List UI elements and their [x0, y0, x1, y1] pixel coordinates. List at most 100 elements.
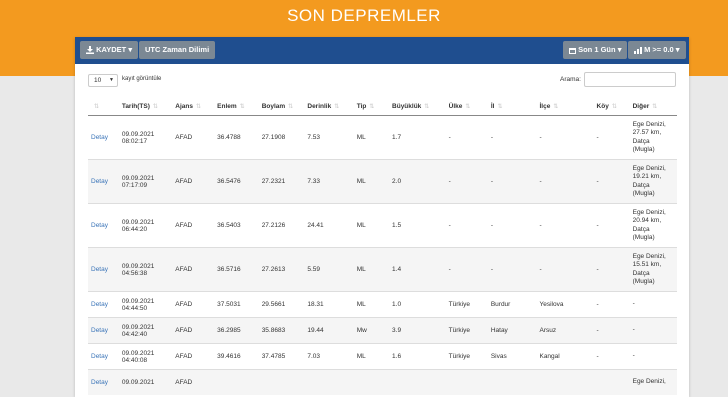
time-text: 07:17:09 [121, 181, 148, 189]
column-header[interactable]: Tarih(TS) ⇅ [118, 97, 173, 116]
table-row: Detay 09.09.2021 07:17:09 AFAD 36.5476 27.232… [88, 159, 677, 204]
column-header-label: Ülke [448, 102, 463, 110]
sort-icon: ⇅ [152, 103, 158, 110]
other-line: Ege Denizi, [632, 164, 666, 172]
agency-cell: AFAD [172, 203, 215, 248]
province-cell: Burdur [487, 291, 537, 318]
table-row: Detay 09.09.2021 04:40:08 AFAD 39.4616 37.478… [88, 343, 677, 370]
other-line: 15.51 km, [632, 261, 662, 268]
detail-link[interactable]: Detay [88, 115, 119, 160]
column-header[interactable]: Ülke ⇅ [445, 97, 488, 116]
type-cell: ML [353, 159, 390, 204]
magnitude-cell: 1.0 [389, 291, 446, 318]
time-filter-button[interactable]: Son 1 Gün ▾ [563, 41, 628, 59]
province-cell: Sivas [487, 343, 537, 370]
time-filter-label: Son 1 Gün [578, 45, 616, 54]
date-text: 09.09.2021 [121, 262, 155, 270]
other-line: Datça [632, 269, 650, 277]
district-cell: - [536, 115, 594, 160]
table-row: Detay 09.09.2021 08:02:17 AFAD 36.4788 27.190… [88, 115, 677, 160]
save-label: KAYDET [96, 45, 127, 54]
detail-link[interactable]: Detay [88, 369, 119, 395]
agency-cell: AFAD [172, 317, 215, 344]
other-cell: Ege Denizi, 20.94 km, Datça (Mugla) [629, 203, 677, 248]
detail-link[interactable]: Detay [88, 247, 119, 292]
search-input[interactable] [584, 72, 676, 87]
sort-icon: ⇅ [465, 103, 471, 110]
other-line: Ege Denizi, [632, 252, 666, 260]
table-body: Detay 09.09.2021 08:02:17 AFAD 36.4788 27.190… [88, 115, 677, 395]
sort-icon: ⇅ [497, 103, 503, 110]
magnitude-filter-label: M >= 0.0 [644, 45, 674, 54]
country-cell: - [445, 159, 488, 204]
column-header[interactable]: Enlem ⇅ [214, 97, 259, 116]
date-text: 09.09.2021 [121, 174, 155, 182]
latitude-cell: 36.4788 [214, 115, 259, 160]
type-cell: ML [353, 247, 390, 292]
country-cell: Türkiye [445, 343, 488, 370]
country-cell: - [445, 203, 488, 248]
depth-cell: 7.03 [304, 343, 354, 370]
column-header[interactable]: Derinlik ⇅ [304, 97, 354, 116]
depth-cell: 19.44 [304, 317, 354, 344]
column-header-label: Ajans [175, 102, 193, 110]
village-cell: - [593, 247, 630, 292]
page-length-select[interactable]: 10 ▼ [88, 74, 118, 87]
calendar-icon [569, 47, 576, 54]
column-header[interactable]: Boylam ⇅ [258, 97, 305, 116]
agency-cell: AFAD [172, 247, 215, 292]
column-header[interactable]: Ajans ⇅ [172, 97, 215, 116]
search-label: Arama: [560, 76, 581, 83]
longitude-cell: 27.1908 [258, 115, 305, 160]
time-text: 06:44:20 [121, 225, 148, 233]
detail-link[interactable]: Detay [88, 343, 119, 370]
table-row: Detay 09.09.2021 06:44:20 AFAD 36.5403 27.212… [88, 203, 677, 248]
column-header[interactable]: Diğer ⇅ [629, 97, 677, 116]
longitude-cell: 35.8683 [258, 317, 305, 344]
column-header[interactable]: ⇅ [88, 97, 119, 116]
sort-icon: ⇅ [611, 103, 617, 110]
column-header[interactable]: İlçe ⇅ [536, 97, 594, 116]
table-row: Detay 09.09.2021 AFAD Ege Denizi, [88, 369, 677, 395]
village-cell: - [593, 159, 630, 204]
detail-link[interactable]: Detay [88, 203, 119, 248]
utc-timezone-button[interactable]: UTC Zaman Dilimi [139, 41, 216, 59]
date-cell: 09.09.2021 08:02:17 [118, 115, 173, 160]
column-header[interactable]: İl ⇅ [487, 97, 537, 116]
other-line: Ege Denizi, [632, 378, 666, 386]
caret-down-icon: ▾ [617, 45, 622, 54]
save-button[interactable]: KAYDET ▾ [80, 41, 139, 59]
time-text: 04:42:40 [121, 330, 148, 338]
longitude-cell [258, 369, 305, 395]
other-line: Ege Denizi, [632, 120, 666, 128]
village-cell: - [593, 317, 630, 344]
other-line: Datça [632, 137, 650, 145]
column-header[interactable]: Köy ⇅ [593, 97, 630, 116]
other-line: - [632, 300, 635, 308]
district-cell: Kangal [536, 343, 594, 370]
latitude-cell: 37.5031 [214, 291, 259, 318]
column-header-label: Diğer [632, 102, 650, 110]
column-header-label: Enlem [217, 102, 237, 110]
detail-link[interactable]: Detay [88, 291, 119, 318]
detail-link[interactable]: Detay [88, 159, 119, 204]
column-header[interactable]: Büyüklük ⇅ [389, 97, 446, 116]
magnitude-filter-button[interactable]: M >= 0.0 ▾ [628, 41, 686, 59]
other-line: - [632, 326, 635, 334]
date-text: 09.09.2021 [121, 379, 155, 386]
toolbar: KAYDET ▾ UTC Zaman Dilimi Son 1 Gün ▾ M … [75, 37, 689, 64]
other-line: 27.57 km, [632, 129, 662, 136]
longitude-cell: 29.5661 [258, 291, 305, 318]
longitude-cell: 27.2126 [258, 203, 305, 248]
type-cell: ML [353, 343, 390, 370]
village-cell: - [593, 291, 630, 318]
sort-icon: ⇅ [94, 103, 100, 110]
depth-cell: 5.59 [304, 247, 354, 292]
detail-link[interactable]: Detay [88, 317, 119, 344]
time-text: 04:44:50 [121, 304, 148, 312]
magnitude-cell [389, 369, 446, 395]
page-title: SON DEPREMLER [287, 6, 441, 25]
province-cell: - [487, 247, 537, 292]
column-header[interactable]: Tip ⇅ [353, 97, 390, 116]
agency-cell: AFAD [172, 291, 215, 318]
